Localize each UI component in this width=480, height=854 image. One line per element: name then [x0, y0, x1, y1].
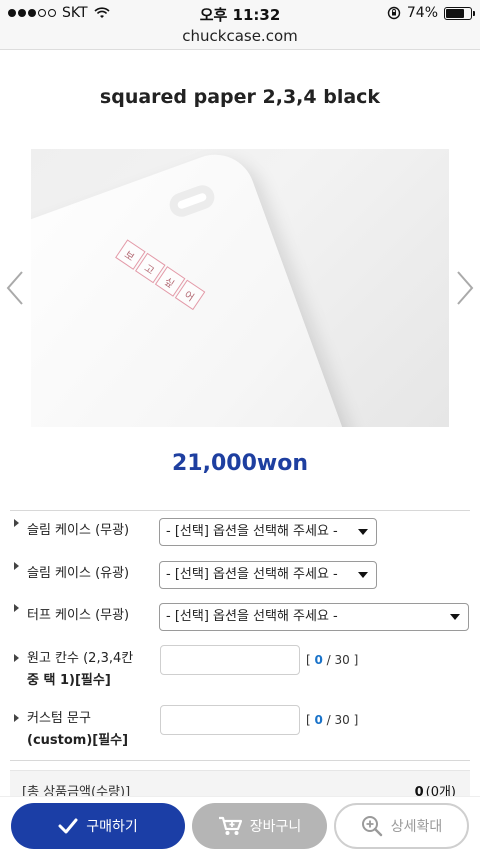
product-image[interactable]: 보 고 싶 어 [31, 149, 449, 427]
status-right: 74% [387, 5, 475, 21]
buy-button-label: 구매하기 [86, 819, 138, 835]
product-title: squared paper 2,3,4 black [99, 86, 381, 108]
bullet-triangle-icon [14, 714, 19, 722]
counter-max: 30 [334, 713, 350, 727]
status-bar: SKT 오후 11:32 74% [0, 0, 480, 28]
cart-button[interactable]: 장바구니 [192, 803, 327, 849]
option-row: 슬림 케이스 (유광) [14, 562, 130, 585]
cart-button-label: 장바구니 [249, 819, 302, 835]
checkmark-icon [58, 818, 78, 834]
dropdown-caret-icon [358, 572, 368, 578]
prev-image-arrow-icon[interactable] [4, 268, 26, 308]
zoom-button[interactable]: 상세확대 [334, 803, 469, 849]
text-input-label: 커스텀 문구 (custom)[필수] [27, 708, 128, 752]
zoom-button-label: 상세확대 [390, 819, 443, 835]
bottom-action-bar: 구매하기 장바구니 상세확대 [0, 796, 480, 854]
dropdown-caret-icon [358, 529, 368, 535]
counter-current: 0 [314, 713, 323, 727]
bullet-triangle-icon [14, 604, 19, 612]
select-value: - [선택] 옵션을 선택해 주세요 - [166, 524, 338, 539]
dropdown-caret-icon [450, 614, 460, 620]
option-label: 슬림 케이스 (무광) [27, 523, 130, 538]
select-value: - [선택] 옵션을 선택해 주세요 - [166, 609, 338, 624]
label-line: 원고 칸수 (2,3,4칸 [27, 651, 134, 666]
option-select-tough-matte[interactable]: - [선택] 옵션을 선택해 주세요 - [159, 603, 469, 631]
char-counter: [ 0 / 30 ] [306, 653, 359, 667]
text-input-row: 원고 칸수 (2,3,4칸 중 택 1)[필수] [14, 648, 133, 692]
select-value: - [선택] 옵션을 선택해 주세요 - [166, 567, 338, 582]
zoom-in-icon [361, 816, 382, 837]
url-bar[interactable]: chuckcase.com [0, 26, 480, 50]
next-image-arrow-icon[interactable] [454, 268, 476, 308]
text-input-row: 커스텀 문구 (custom)[필수] [14, 708, 128, 752]
option-select-slim-matte[interactable]: - [선택] 옵션을 선택해 주세요 - [159, 518, 377, 546]
bullet-triangle-icon [14, 519, 19, 527]
option-label: 슬림 케이스 (유광) [27, 566, 130, 581]
bullet-triangle-icon [14, 654, 19, 662]
product-price: 21,000won [172, 451, 308, 476]
rotation-lock-icon [387, 6, 401, 20]
text-input-label: 원고 칸수 (2,3,4칸 중 택 1)[필수] [27, 648, 133, 692]
label-line: 커스텀 문구 [27, 711, 91, 726]
label-line: 중 택 1)[필수] [27, 673, 111, 688]
counter-max: 30 [334, 653, 350, 667]
option-label: 터프 케이스 (무광) [27, 608, 130, 623]
cart-icon [218, 816, 242, 835]
divider [10, 760, 470, 761]
char-counter: [ 0 / 30 ] [306, 713, 359, 727]
manuscript-count-input[interactable] [160, 645, 300, 675]
divider [10, 510, 470, 511]
label-line: (custom)[필수] [27, 733, 129, 748]
bullet-triangle-icon [14, 562, 19, 570]
option-select-slim-glossy[interactable]: - [선택] 옵션을 선택해 주세요 - [159, 561, 377, 589]
battery-icon [444, 6, 475, 20]
option-row: 슬림 케이스 (무광) [14, 519, 130, 542]
battery-percent: 74% [406, 5, 438, 21]
counter-current: 0 [314, 653, 323, 667]
option-row: 터프 케이스 (무광) [14, 604, 130, 627]
custom-text-input[interactable] [160, 705, 300, 735]
buy-button[interactable]: 구매하기 [11, 803, 185, 849]
